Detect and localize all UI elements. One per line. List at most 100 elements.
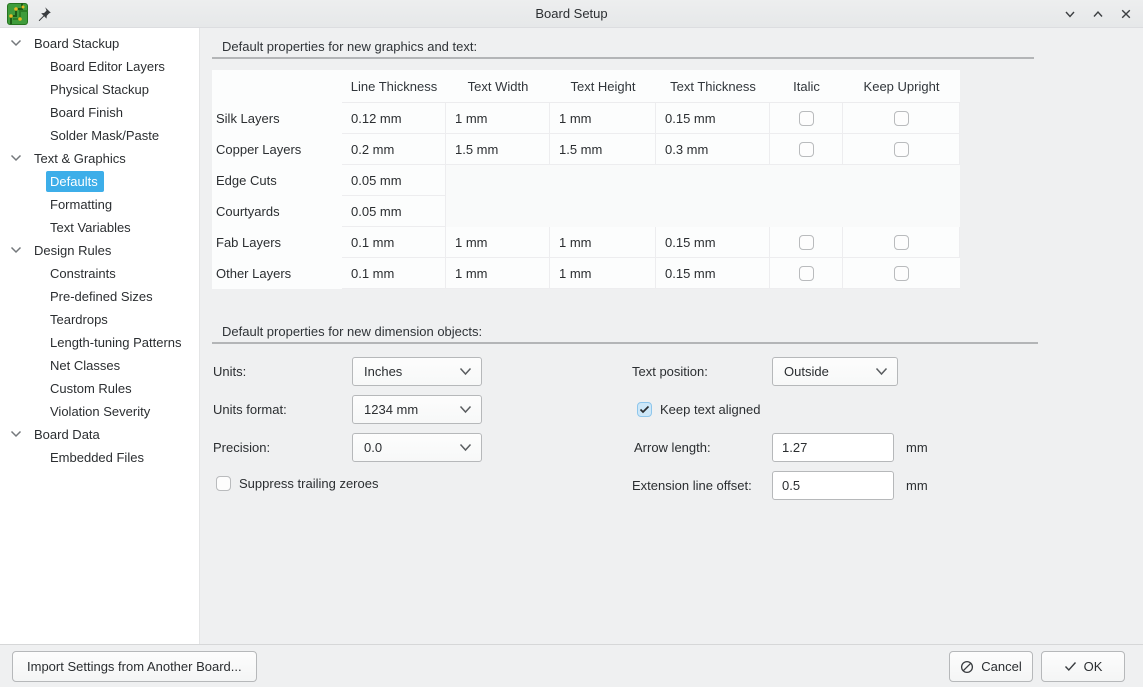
- text-position-select[interactable]: Outside: [772, 357, 898, 386]
- keep-text-aligned-row: Keep text aligned: [637, 402, 760, 417]
- cell-edge-cuts-line-thickness[interactable]: 0.05 mm: [342, 165, 446, 196]
- cancel-button[interactable]: Cancel: [949, 651, 1033, 682]
- keep-text-aligned-checkbox[interactable]: [637, 402, 652, 417]
- italic-checkbox[interactable]: [799, 142, 814, 157]
- keep-upright-checkbox[interactable]: [894, 111, 909, 126]
- selected-item-highlight: Defaults: [46, 171, 104, 192]
- sidebar-item-net-classes[interactable]: Net Classes: [0, 354, 199, 377]
- units-label: Units:: [213, 357, 246, 387]
- extension-line-offset-label: Extension line offset:: [632, 471, 752, 501]
- sidebar-item-design-rules[interactable]: Design Rules: [0, 239, 199, 262]
- row-label-courtyards: Courtyards: [212, 196, 342, 227]
- sidebar-item-physical-stackup[interactable]: Physical Stackup: [0, 78, 199, 101]
- chevron-down-icon: [10, 430, 22, 438]
- sidebar-item-violation-severity[interactable]: Violation Severity: [0, 400, 199, 423]
- close-icon[interactable]: [1118, 7, 1133, 22]
- defaults-panel: Default properties for new graphics and …: [200, 28, 1143, 644]
- cell-copper-italic: [770, 134, 843, 165]
- column-header-text-height: Text Height: [550, 70, 656, 103]
- check-icon: [1064, 661, 1077, 672]
- italic-checkbox[interactable]: [799, 266, 814, 281]
- cell-copper-text-thickness[interactable]: 0.3 mm: [656, 134, 770, 165]
- board-setup-dialog: Board Setup Board Stackup Board Editor L…: [0, 0, 1143, 687]
- keep-upright-checkbox[interactable]: [894, 266, 909, 281]
- no-entry-icon: [960, 660, 974, 674]
- cell-other-text-width[interactable]: 1 mm: [446, 258, 550, 289]
- sidebar-item-pre-defined-sizes[interactable]: Pre-defined Sizes: [0, 285, 199, 308]
- cell-silk-text-height[interactable]: 1 mm: [550, 103, 656, 134]
- settings-nav-tree: Board Stackup Board Editor Layers Physic…: [0, 28, 200, 644]
- precision-select[interactable]: 0.0: [352, 433, 482, 462]
- italic-checkbox[interactable]: [799, 235, 814, 250]
- row-label-fab-layers: Fab Layers: [212, 227, 342, 258]
- cell-other-line-thickness[interactable]: 0.1 mm: [342, 258, 446, 289]
- cell-courtyards-line-thickness[interactable]: 0.05 mm: [342, 196, 446, 227]
- arrow-length-label: Arrow length:: [634, 433, 711, 463]
- column-header-line-thickness: Line Thickness: [342, 70, 446, 103]
- cell-silk-line-thickness[interactable]: 0.12 mm: [342, 103, 446, 134]
- disabled-cells-edge-cuts: [446, 165, 960, 196]
- cell-silk-keep-upright: [843, 103, 960, 134]
- sidebar-item-length-tuning-patterns[interactable]: Length-tuning Patterns: [0, 331, 199, 354]
- import-settings-button[interactable]: Import Settings from Another Board...: [12, 651, 257, 682]
- cell-silk-italic: [770, 103, 843, 134]
- sidebar-item-formatting[interactable]: Formatting: [0, 193, 199, 216]
- sidebar-item-text-graphics[interactable]: Text & Graphics: [0, 147, 199, 170]
- cell-copper-text-width[interactable]: 1.5 mm: [446, 134, 550, 165]
- titlebar: Board Setup: [0, 0, 1143, 28]
- chevron-down-icon: [459, 405, 481, 414]
- sidebar-item-board-finish[interactable]: Board Finish: [0, 101, 199, 124]
- suppress-trailing-zeroes-row: Suppress trailing zeroes: [216, 476, 378, 491]
- units-select[interactable]: Inches: [352, 357, 482, 386]
- disabled-cells-courtyards: [446, 196, 960, 227]
- arrow-length-input[interactable]: [772, 433, 894, 462]
- sidebar-item-defaults[interactable]: Defaults: [0, 170, 199, 193]
- dimensions-section-rule: [212, 342, 1038, 344]
- cell-copper-line-thickness[interactable]: 0.2 mm: [342, 134, 446, 165]
- dimensions-section-title: Default properties for new dimension obj…: [222, 324, 482, 339]
- cell-other-text-thickness[interactable]: 0.15 mm: [656, 258, 770, 289]
- chevron-down-icon: [10, 39, 22, 47]
- cell-silk-text-thickness[interactable]: 0.15 mm: [656, 103, 770, 134]
- sidebar-item-text-variables[interactable]: Text Variables: [0, 216, 199, 239]
- cell-silk-text-width[interactable]: 1 mm: [446, 103, 550, 134]
- cell-copper-keep-upright: [843, 134, 960, 165]
- table-corner: [212, 70, 342, 103]
- column-header-italic: Italic: [770, 70, 843, 103]
- cell-fab-text-thickness[interactable]: 0.15 mm: [656, 227, 770, 258]
- column-header-keep-upright: Keep Upright: [843, 70, 960, 103]
- column-header-text-width: Text Width: [446, 70, 550, 103]
- ok-button[interactable]: OK: [1041, 651, 1125, 682]
- window-controls: [1062, 0, 1133, 28]
- sidebar-item-board-editor-layers[interactable]: Board Editor Layers: [0, 55, 199, 78]
- sidebar-item-embedded-files[interactable]: Embedded Files: [0, 446, 199, 469]
- graphics-section-rule: [212, 57, 1034, 59]
- sidebar-item-custom-rules[interactable]: Custom Rules: [0, 377, 199, 400]
- column-header-text-thickness: Text Thickness: [656, 70, 770, 103]
- keep-upright-checkbox[interactable]: [894, 142, 909, 157]
- chevron-down-icon: [875, 367, 897, 376]
- cell-other-text-height[interactable]: 1 mm: [550, 258, 656, 289]
- maximize-chevron-up-icon[interactable]: [1090, 7, 1105, 22]
- cell-fab-text-width[interactable]: 1 mm: [446, 227, 550, 258]
- sidebar-item-solder-mask-paste[interactable]: Solder Mask/Paste: [0, 124, 199, 147]
- keep-upright-checkbox[interactable]: [894, 235, 909, 250]
- sidebar-item-constraints[interactable]: Constraints: [0, 262, 199, 285]
- units-format-select[interactable]: 1234 mm: [352, 395, 482, 424]
- sidebar-item-board-stackup[interactable]: Board Stackup: [0, 32, 199, 55]
- extension-line-offset-input[interactable]: [772, 471, 894, 500]
- cell-fab-line-thickness[interactable]: 0.1 mm: [342, 227, 446, 258]
- cell-fab-keep-upright: [843, 227, 960, 258]
- suppress-trailing-zeroes-checkbox[interactable]: [216, 476, 231, 491]
- sidebar-item-board-data[interactable]: Board Data: [0, 423, 199, 446]
- arrow-length-unit: mm: [906, 433, 928, 463]
- row-label-edge-cuts: Edge Cuts: [212, 165, 342, 196]
- cell-fab-text-height[interactable]: 1 mm: [550, 227, 656, 258]
- row-label-copper-layers: Copper Layers: [212, 134, 342, 165]
- italic-checkbox[interactable]: [799, 111, 814, 126]
- shade-chevron-down-icon[interactable]: [1062, 7, 1077, 22]
- cell-copper-text-height[interactable]: 1.5 mm: [550, 134, 656, 165]
- graphics-section-title: Default properties for new graphics and …: [222, 39, 477, 54]
- window-title: Board Setup: [0, 0, 1143, 28]
- sidebar-item-teardrops[interactable]: Teardrops: [0, 308, 199, 331]
